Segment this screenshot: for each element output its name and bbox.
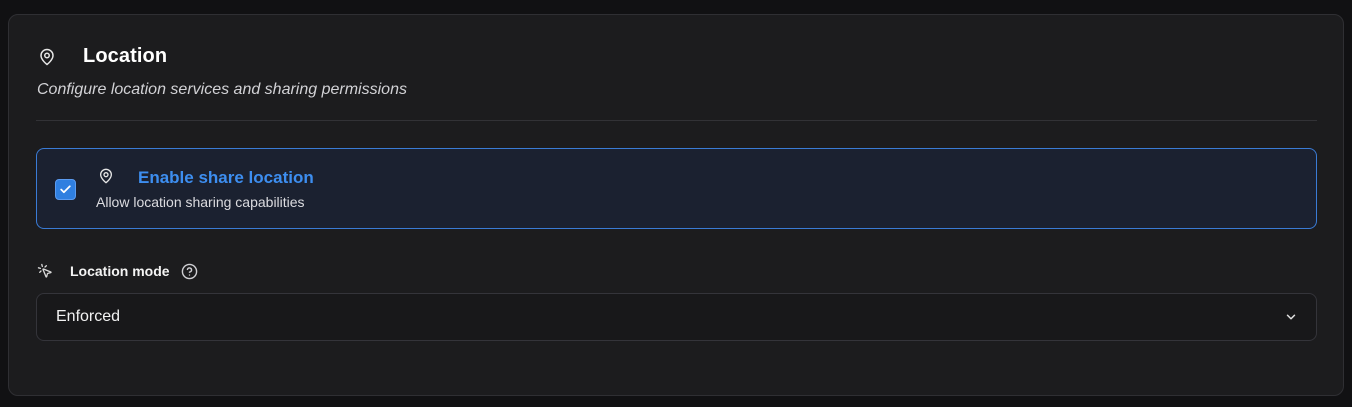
help-circle-icon[interactable] [181,262,199,280]
location-mode-label-row: Location mode [37,262,199,280]
map-pin-icon [97,167,115,185]
share-location-checkbox[interactable] [55,179,76,200]
share-location-label[interactable]: Enable share location [138,168,314,188]
checkmark-icon [60,185,71,194]
location-mode-label: Location mode [70,263,170,279]
section-subtitle: Configure location services and sharing … [37,81,407,98]
map-pin-icon [37,47,57,67]
location-mode-select[interactable]: Enforced [36,293,1317,341]
share-location-option[interactable]: Enable share location Allow location sha… [36,148,1317,229]
section-divider [36,120,1317,121]
location-settings-card: Location Configure location services and… [8,14,1344,396]
location-mode-selected-value: Enforced [56,308,121,325]
section-title: Location [83,45,168,67]
section-header: Location [37,45,167,68]
share-location-description: Allow location sharing capabilities [96,194,305,210]
pointer-click-icon [37,263,53,279]
chevron-down-icon [1284,310,1298,324]
